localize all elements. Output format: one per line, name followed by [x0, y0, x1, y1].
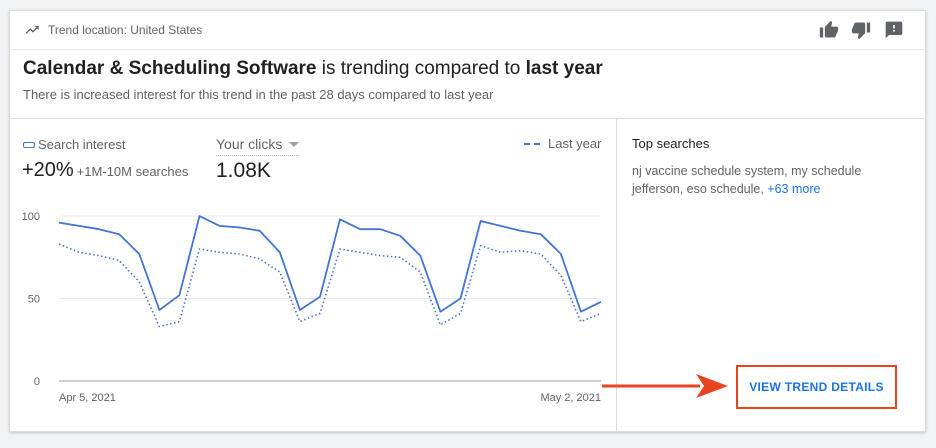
thumbs-down-icon[interactable] [851, 20, 871, 40]
trend-location: Trend location: United States [48, 23, 203, 37]
view-trend-details-button[interactable]: VIEW TREND DETAILS [736, 365, 897, 409]
trend-title-middle: is trending compared to [316, 58, 526, 79]
trend-card-header: Trend location: United States [10, 11, 925, 50]
trend-subtitle: There is increased interest for this tre… [23, 87, 494, 102]
trending-up-icon [25, 26, 39, 34]
top-searches-title: Top searches [632, 136, 710, 151]
your-clicks-value: 1.08K [216, 159, 271, 182]
thumbs-up-icon[interactable] [819, 20, 839, 40]
your-clicks-dropdown[interactable]: Your clicks [216, 136, 300, 156]
search-interest-value: +20% +1M-10M searches [22, 159, 188, 182]
x-tick-label-end: May 2, 2021 [540, 392, 601, 404]
your-clicks-label: Your clicks [216, 136, 283, 152]
trend-period: last year [525, 58, 603, 79]
top-searches-terms: nj vaccine schedule system, my schedule … [632, 164, 862, 196]
more-searches-link[interactable]: +63 more [767, 182, 820, 196]
y-tick-label: 50 [28, 294, 40, 306]
divider [10, 118, 925, 119]
trend-topic: Calendar & Scheduling Software [23, 58, 317, 79]
y-tick-label: 0 [34, 376, 40, 388]
last-year-swatch [524, 142, 540, 145]
search-interest-change: +20% [22, 159, 74, 181]
search-interest-series-line [58, 215, 602, 313]
feedback-icon[interactable] [884, 20, 904, 40]
chevron-down-icon [289, 141, 300, 147]
x-tick-label-start: Apr 5, 2021 [59, 392, 116, 404]
search-interest-legend: Search interest [23, 137, 125, 152]
red-arrow-annotation [602, 374, 728, 398]
top-searches-list: nj vaccine schedule system, my schedule … [632, 162, 902, 198]
search-interest-swatch [23, 141, 35, 148]
search-interest-label: Search interest [38, 137, 126, 152]
y-tick-label: 100 [22, 211, 40, 223]
trend-title: Calendar & Scheduling Software is trendi… [23, 58, 603, 80]
trend-chart: 100 50 0 Apr 5, 2021 May 2, 2021 [22, 211, 602, 404]
last-year-label: Last year [548, 136, 602, 151]
search-volume: +1M-10M searches [76, 164, 189, 179]
last-year-legend: Last year [524, 136, 601, 151]
